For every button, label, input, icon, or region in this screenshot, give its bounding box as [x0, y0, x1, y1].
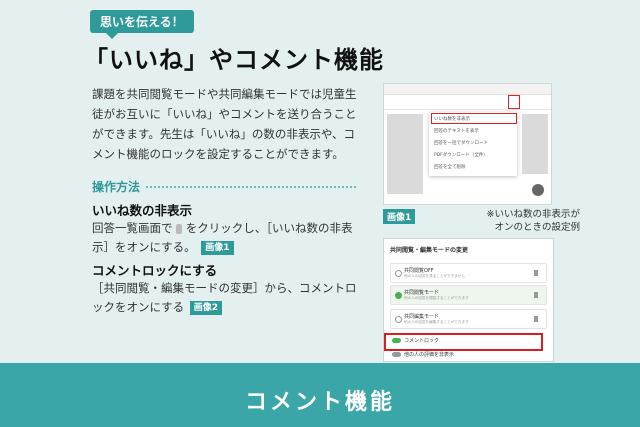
- section-text-a: ［共同閲覧・編集モードの変更］から、コメントロックをオンにする: [92, 281, 357, 314]
- section-heading: コメントロックにする: [92, 263, 218, 278]
- mode-icon: [534, 270, 538, 276]
- hide-eval-toggle[interactable]: 他の人の評価を非表示: [392, 351, 454, 358]
- how-to-label: 操作方法: [92, 180, 141, 194]
- menu-item[interactable]: 回答を全て削除: [434, 164, 466, 170]
- section-heading: いいね数の非表示: [92, 203, 193, 218]
- dotted-divider: [146, 186, 356, 188]
- mode-icon: [534, 316, 538, 322]
- menu-item[interactable]: 回答のテキストを表示: [434, 128, 479, 134]
- menu-item[interactable]: PDFダウンロード（全件）: [434, 152, 488, 158]
- option-title: 共同閲覧OFF: [404, 268, 434, 274]
- mode-option[interactable]: 共同編集モード 他の人の回答を編集することができます: [390, 309, 547, 329]
- image-ref-badge: 画像2: [189, 300, 223, 315]
- browser-bar: [384, 84, 551, 95]
- menu-item[interactable]: 回答を一括でダウンロード: [434, 140, 488, 146]
- option-sub: 他の人の回答を編集することができます: [404, 320, 469, 324]
- highlight-box: [431, 113, 517, 124]
- footer-title: コメント機能: [244, 390, 395, 415]
- radio-button[interactable]: [395, 270, 402, 277]
- image-ref-badge: 画像1: [201, 240, 234, 255]
- radio-button[interactable]: [395, 292, 402, 299]
- note-line: ※いいね数の非表示が: [486, 209, 580, 220]
- option-sub: 他の人の回答を閲覧することができます: [404, 296, 469, 300]
- note-line: オンのときの設定例: [494, 222, 580, 233]
- thumbnail: [387, 114, 423, 194]
- highlight-box: [508, 95, 520, 109]
- toggle-label: 他の人の評価を非表示: [404, 352, 455, 358]
- option-sub: 他の人の回答を見ることができません: [404, 274, 465, 278]
- toggle-switch[interactable]: [392, 352, 401, 357]
- section-text: ［共同閲覧・編集モードの変更］から、コメントロックをオンにする 画像2: [92, 279, 362, 317]
- mode-icon: [534, 292, 538, 298]
- screenshot-1: いいね数を非表示 回答のテキストを表示 回答を一括でダウンロード PDFダウンロ…: [383, 83, 552, 205]
- page-title: 「いいね」やコメント機能: [84, 46, 384, 74]
- tagline-badge: 思いを伝える！: [90, 10, 194, 39]
- section-comment-lock: コメントロックにする ［共同閲覧・編集モードの変更］から、コメントロックをオンに…: [92, 260, 362, 317]
- thumbnail: [522, 114, 548, 174]
- highlight-box: [384, 333, 543, 351]
- section-text: 回答一覧画面で をクリックし、［いいね数の非表示］をオンにする。 画像1: [92, 219, 362, 257]
- radio-button[interactable]: [395, 316, 402, 323]
- image-label: 画像1: [383, 209, 416, 224]
- mode-option[interactable]: 共同閲覧OFF 他の人の回答を見ることができません: [390, 263, 547, 283]
- image-note: ※いいね数の非表示が オンのときの設定例: [452, 208, 580, 234]
- intro-text: 課題を共同閲覧モードや共同編集モードでは児童生徒がお互いに「いいね」やコメントを…: [92, 87, 357, 161]
- section-text-a: 回答一覧画面で: [92, 221, 173, 235]
- fab-button[interactable]: [532, 184, 544, 196]
- option-title: 共同編集モード: [404, 314, 440, 320]
- option-title: 共同閲覧モード: [404, 290, 440, 296]
- dialog-title: 共同閲覧・編集モードの変更: [390, 247, 469, 254]
- more-options-icon: [176, 223, 183, 234]
- app-toolbar: [384, 95, 551, 110]
- mode-option[interactable]: 共同閲覧モード 他の人の回答を閲覧することができます: [390, 285, 547, 305]
- section-like-count: いいね数の非表示 回答一覧画面で をクリックし、［いいね数の非表示］をオンにする…: [92, 200, 362, 257]
